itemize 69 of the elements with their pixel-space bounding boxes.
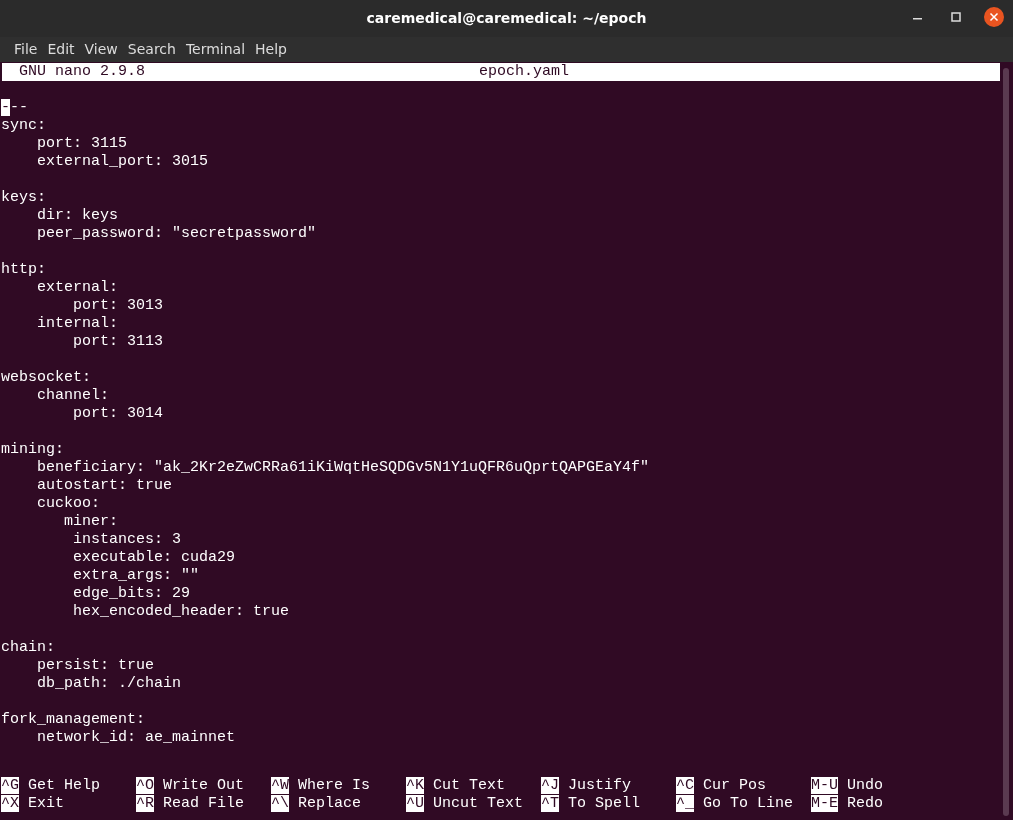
shortcut-label: Read File	[163, 795, 245, 812]
file-name: epoch.yaml	[479, 63, 569, 81]
menu-item[interactable]: Edit	[42, 39, 80, 60]
shortcut-label: Get Help	[28, 777, 101, 794]
code-line: channel:	[37, 387, 110, 404]
shortcut-label: Where Is	[298, 777, 371, 794]
code-line: port: 3014	[73, 405, 164, 422]
shortcut-label: Go To Line	[703, 795, 794, 812]
code-line: external_port: 3015	[37, 153, 209, 170]
code-line: fork_management:	[1, 711, 146, 728]
menu-item[interactable]: View	[79, 39, 123, 60]
code-line: mining:	[1, 441, 64, 458]
shortcut-key: ^C	[676, 777, 694, 794]
shortcut-key: ^W	[271, 777, 289, 794]
shortcut-key: ^X	[1, 795, 19, 812]
code-line: http:	[1, 261, 46, 278]
code-line: extra_args: ""	[73, 567, 200, 584]
shortcut-label: Redo	[847, 795, 884, 812]
code-line: dir: keys	[37, 207, 119, 224]
menu-item[interactable]: Search	[122, 39, 181, 60]
shortcut-key: ^\	[271, 795, 289, 812]
shortcut-key: ^T	[541, 795, 559, 812]
shortcut-label: Justify	[568, 777, 632, 794]
window-title: caremedical@caremedical: ~/epoch	[366, 9, 647, 28]
code-line: chain:	[1, 639, 55, 656]
shortcut-label: Uncut Text	[433, 795, 524, 812]
shortcut-key: ^R	[136, 795, 154, 812]
shortcut-key: ^K	[406, 777, 424, 794]
code-line: db_path: ./chain	[37, 675, 182, 692]
menu-item[interactable]: File	[9, 39, 43, 60]
code-line: edge_bits: 29	[73, 585, 191, 602]
code-line: hex_encoded_header: true	[73, 603, 290, 620]
shortcut-label: Write Out	[163, 777, 245, 794]
shortcut-key: ^J	[541, 777, 559, 794]
code-line: port: 3113	[73, 333, 164, 350]
shortcut-label: Cut Text	[433, 777, 506, 794]
shortcut-key: ^U	[406, 795, 424, 812]
shortcut-key: M-E	[811, 795, 838, 812]
code-line: peer_password: "secretpassword"	[37, 225, 317, 242]
code-line: cuckoo:	[37, 495, 101, 512]
code-line: port: 3115	[37, 135, 128, 152]
code-line: port: 3013	[73, 297, 164, 314]
menu-item[interactable]: Terminal	[180, 39, 251, 60]
code-line: websocket:	[1, 369, 91, 386]
code-line: autostart: true	[37, 477, 173, 494]
nano-version: GNU nano 2.9.8	[19, 63, 146, 80]
scrollbar[interactable]	[1003, 68, 1009, 816]
close-icon[interactable]	[983, 6, 1005, 28]
code-line: executable: cuda29	[73, 549, 236, 566]
menu-item[interactable]: Help	[250, 39, 292, 60]
code-line: ---	[1, 99, 29, 116]
shortcut-label: Exit	[28, 795, 65, 812]
shortcut-key: ^_	[676, 795, 694, 812]
shortcut-label: Cur Pos	[703, 777, 767, 794]
code-line: network_id: ae_mainnet	[37, 729, 236, 746]
shortcut-label: To Spell	[568, 795, 641, 812]
code-line: keys:	[1, 189, 46, 206]
code-line: beneficiary: "ak_2Kr2eZwCRRa61iKiWqtHeSQDGv5N1Y1uQFR6uQprtQAPGEaY4f"	[37, 459, 650, 476]
code-line: miner:	[64, 513, 119, 530]
code-line: internal:	[37, 315, 119, 332]
code-line: external:	[37, 279, 119, 296]
shortcut-key: M-U	[811, 777, 838, 794]
shortcut-key: ^O	[136, 777, 154, 794]
shortcut-key: ^G	[1, 777, 19, 794]
shortcut-label: Undo	[847, 777, 884, 794]
shortcut-label: Replace	[298, 795, 362, 812]
code-line: persist: true	[37, 657, 155, 674]
code-line: instances: 3	[73, 531, 182, 548]
code-line: sync:	[1, 117, 46, 134]
